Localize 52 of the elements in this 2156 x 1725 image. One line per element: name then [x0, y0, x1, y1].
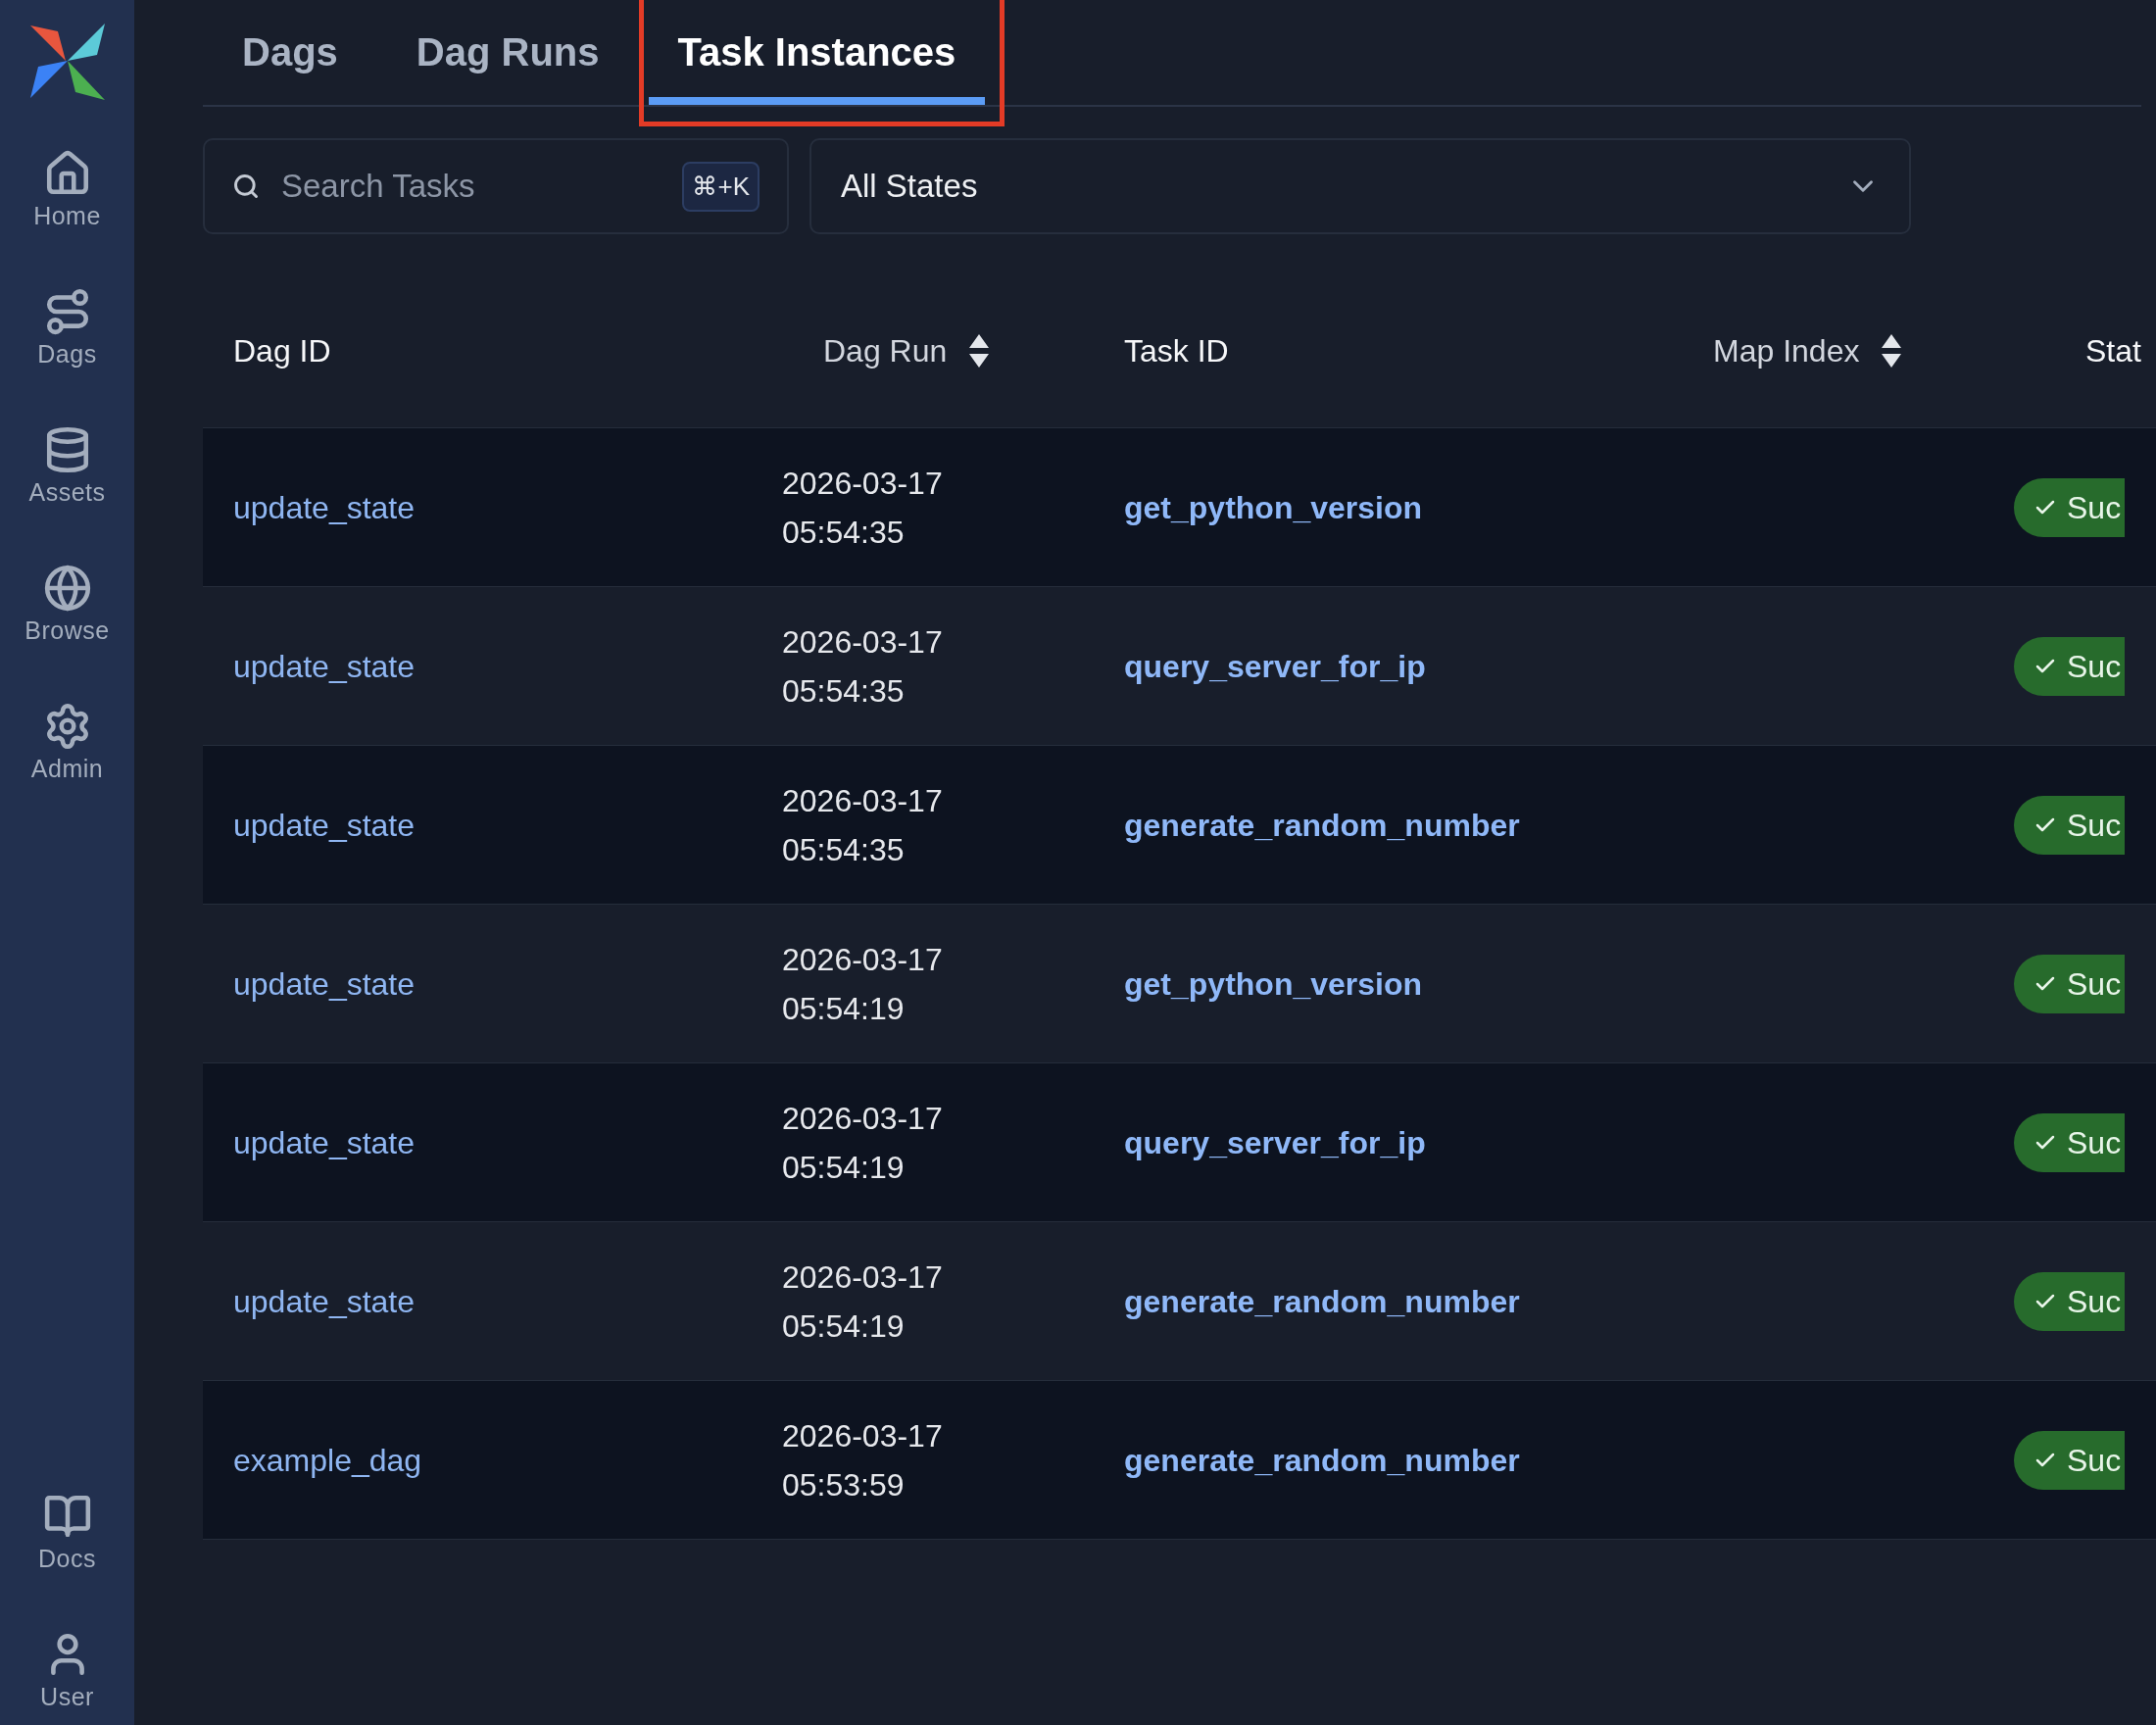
- state-badge: Suc: [2014, 795, 2126, 855]
- column-header: Stat: [2085, 331, 2141, 370]
- state-badge: Suc: [2014, 477, 2126, 537]
- dag-id-link[interactable]: update_state: [233, 965, 416, 1002]
- task-id-link[interactable]: query_server_for_ip: [1124, 1124, 1426, 1160]
- tab[interactable]: Task Instances: [648, 23, 986, 105]
- dag-run-date: 2026-03-17 05:54:35: [782, 781, 944, 869]
- sidebar-item[interactable]: Admin: [0, 694, 134, 789]
- shortcut-key: ⌘+K: [682, 161, 760, 212]
- state-badge: Suc: [2014, 1430, 2126, 1490]
- dag-id-link[interactable]: update_state: [233, 648, 416, 684]
- column-header: Dag Run: [823, 331, 948, 370]
- column-header: Task ID: [1124, 331, 1229, 370]
- state-dropdown[interactable]: All States: [809, 138, 1911, 234]
- dag-id-link[interactable]: update_state: [233, 1124, 416, 1160]
- search-input[interactable]: Search Tasks: [281, 162, 662, 211]
- sidebar-item[interactable]: Dags: [0, 279, 134, 374]
- sort-icon[interactable]: [968, 332, 991, 369]
- dag-id-link[interactable]: update_state: [233, 1283, 416, 1319]
- tab[interactable]: Dag Runs: [386, 23, 629, 105]
- task-id-link[interactable]: generate_random_number: [1124, 1442, 1520, 1478]
- dag-id-link[interactable]: example_dag: [233, 1442, 422, 1478]
- sidebar-item[interactable]: Docs: [0, 1484, 134, 1579]
- pinwheel-logo[interactable]: [27, 22, 107, 102]
- state-badge: Suc: [2014, 636, 2126, 696]
- search-bar[interactable]: Search Tasks ⌘+K: [203, 138, 789, 234]
- task-id-link[interactable]: generate_random_number: [1124, 1283, 1520, 1319]
- sidebar-item[interactable]: Assets: [0, 418, 134, 513]
- globe-icon: [42, 564, 92, 613]
- dag-run-date: 2026-03-17 05:54:19: [782, 940, 944, 1028]
- dag-id-link[interactable]: update_state: [233, 489, 416, 525]
- task-id-link[interactable]: get_python_version: [1124, 965, 1423, 1002]
- state-badge: Suc: [2014, 954, 2126, 1013]
- search-icon: [232, 172, 260, 200]
- dag-run-date: 2026-03-17 05:54:19: [782, 1257, 944, 1346]
- task-id-link[interactable]: query_server_for_ip: [1124, 648, 1426, 684]
- dag-run-date: 2026-03-17 05:54:19: [782, 1099, 944, 1187]
- state-badge: Suc: [2014, 1112, 2126, 1172]
- sidebar-item[interactable]: Home: [0, 141, 134, 236]
- sidebar-item[interactable]: Browse: [0, 556, 134, 651]
- task-id-link[interactable]: generate_random_number: [1124, 807, 1520, 843]
- task-id-link[interactable]: get_python_version: [1124, 489, 1423, 525]
- sidebar-item[interactable]: User: [0, 1622, 134, 1717]
- column-header: Dag ID: [233, 331, 331, 370]
- dag-run-date: 2026-03-17 05:54:35: [782, 464, 944, 552]
- sort-icon[interactable]: [1881, 332, 1903, 369]
- dag-id-link[interactable]: update_state: [233, 807, 416, 843]
- dag-run-date: 2026-03-17 05:54:35: [782, 622, 944, 711]
- column-header: Map Index: [1713, 331, 1860, 370]
- tab[interactable]: Dags: [213, 23, 368, 105]
- dag-run-date: 2026-03-17 05:53:59: [782, 1416, 944, 1504]
- state-badge: Suc: [2014, 1271, 2126, 1331]
